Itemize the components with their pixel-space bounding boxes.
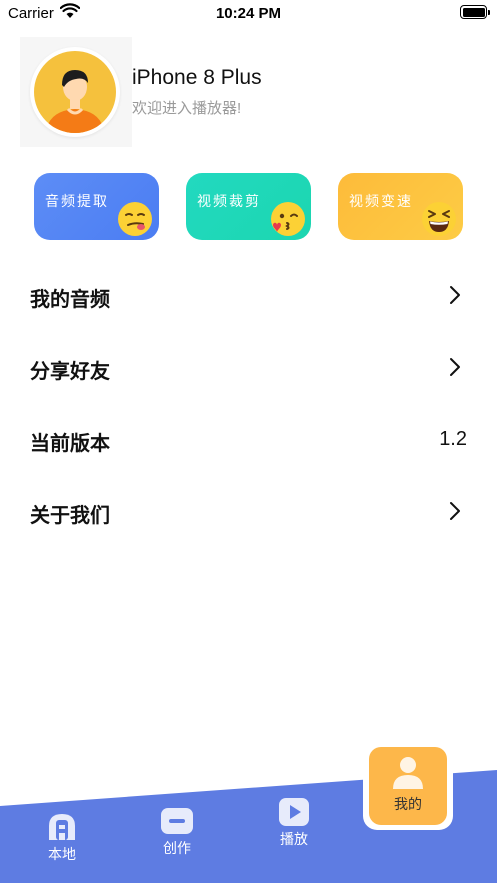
- menu-label: 当前版本: [30, 433, 110, 455]
- video-speed-card[interactable]: 视频变速: [338, 173, 463, 240]
- kissing-face-icon: [271, 202, 305, 236]
- version-value: 1.2: [439, 428, 467, 450]
- tab-mine[interactable]: 我的: [369, 747, 447, 825]
- menu-label: 我的音频: [30, 289, 110, 311]
- menu-current-version: 当前版本 1.2: [30, 419, 467, 459]
- tab-label: 我的: [394, 796, 422, 812]
- tab-create[interactable]: 创作: [155, 806, 199, 858]
- chevron-right-icon: [450, 358, 460, 376]
- local-a-icon: [49, 814, 75, 840]
- tab-local[interactable]: 本地: [40, 812, 84, 864]
- profile-avatar-area[interactable]: [20, 37, 132, 147]
- person-icon: [393, 757, 423, 789]
- menu-label: 分享好友: [30, 361, 110, 383]
- audio-extract-card[interactable]: 音频提取: [34, 173, 159, 240]
- status-bar: Carrier 10:24 PM: [0, 0, 497, 26]
- video-clip-card[interactable]: 视频裁剪: [186, 173, 311, 240]
- chevron-right-icon: [450, 502, 460, 520]
- tab-label: 创作: [163, 840, 191, 856]
- avatar-person-icon: [34, 51, 116, 133]
- smirk-face-icon: [118, 202, 152, 236]
- chevron-right-icon: [450, 286, 460, 304]
- battery-icon: [460, 5, 490, 19]
- tab-label: 播放: [280, 831, 308, 847]
- menu-share-friends[interactable]: 分享好友: [30, 347, 467, 387]
- profile-name: iPhone 8 Plus: [132, 66, 262, 89]
- play-icon: [279, 798, 309, 826]
- menu-label: 关于我们: [30, 505, 110, 527]
- profile-subtitle: 欢迎进入播放器!: [132, 100, 242, 117]
- clock: 10:24 PM: [215, 5, 282, 22]
- menu-my-audio[interactable]: 我的音频: [30, 275, 467, 315]
- card-label: 视频裁剪: [197, 193, 261, 209]
- create-minus-icon: [161, 808, 193, 834]
- menu-about-us[interactable]: 关于我们: [30, 491, 467, 531]
- laughing-face-icon: [422, 202, 456, 236]
- card-label: 音频提取: [45, 193, 109, 209]
- card-label: 视频变速: [349, 193, 413, 209]
- tab-label: 本地: [48, 846, 76, 862]
- avatar[interactable]: [30, 47, 120, 137]
- tab-play[interactable]: 播放: [272, 797, 316, 849]
